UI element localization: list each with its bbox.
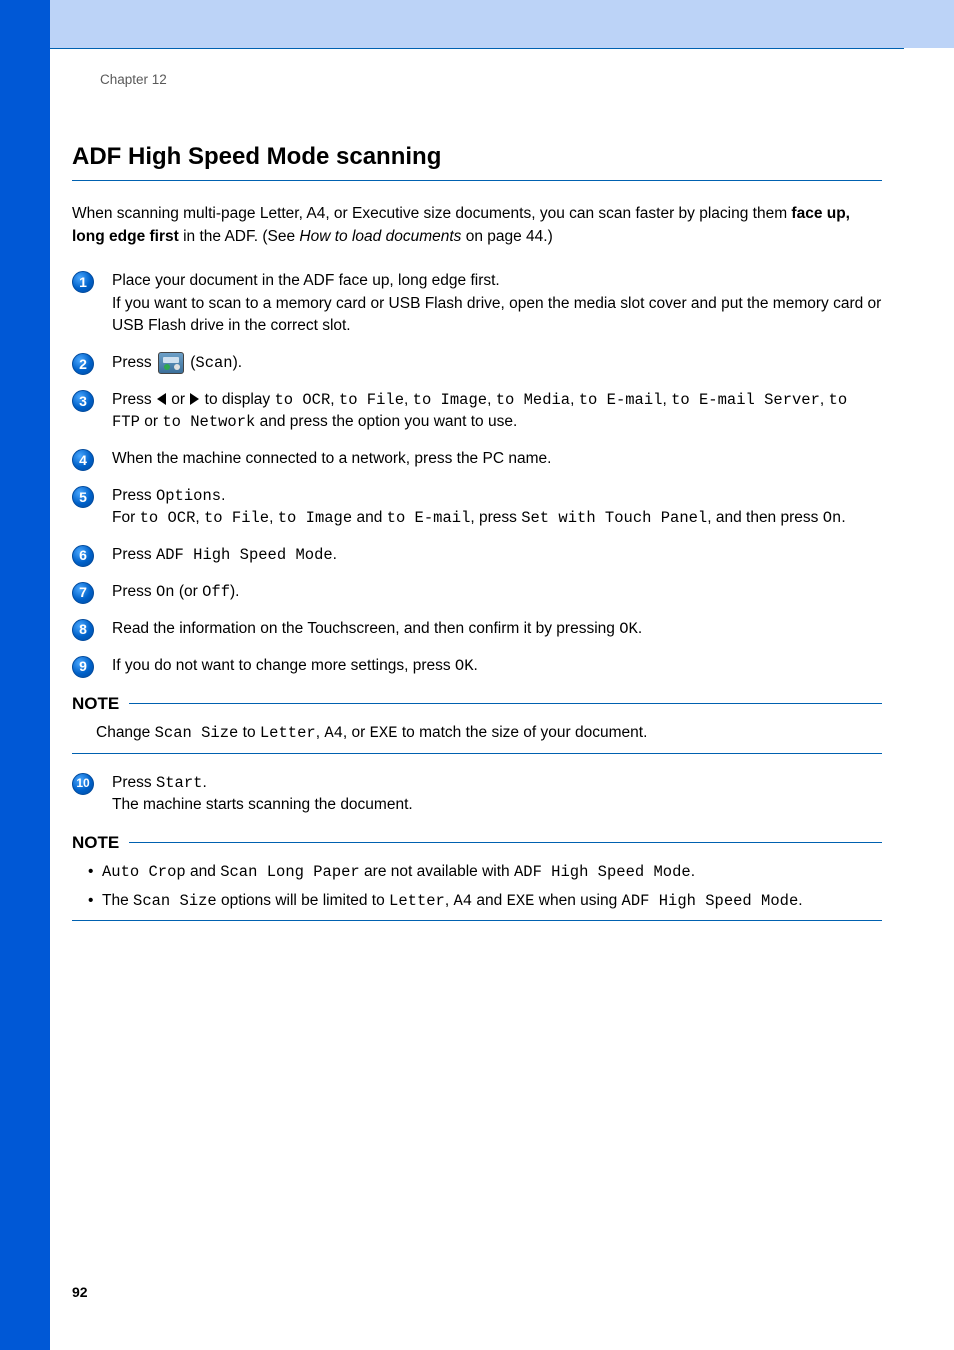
s3-o3: to Image xyxy=(413,391,487,409)
right-arrow-icon xyxy=(190,393,199,405)
s3-mid1: or xyxy=(167,391,189,408)
step2-popen: ( xyxy=(186,354,195,371)
s3-mid2: to display xyxy=(200,391,274,408)
top-rule xyxy=(50,48,904,49)
section-underline xyxy=(72,180,882,181)
step2-pre: Press xyxy=(112,354,156,371)
note-1-body: Change Scan Size to Letter, A4, or EXE t… xyxy=(96,722,882,744)
s3-o2: to File xyxy=(339,391,404,409)
note-2-close xyxy=(72,920,882,921)
step-9: 9 If you do not want to change more sett… xyxy=(72,655,882,678)
page-number: 92 xyxy=(72,1282,88,1302)
page-content: Chapter 12 ADF High Speed Mode scanning … xyxy=(72,70,882,939)
note2-bullet-1: Auto Crop and Scan Long Paper are not av… xyxy=(88,861,882,883)
s3-o8: to Network xyxy=(162,413,255,431)
side-band xyxy=(0,0,50,1350)
step1-line2: If you want to scan to a memory card or … xyxy=(112,295,881,334)
intro-link: How to load documents xyxy=(299,228,461,245)
section-title: ADF High Speed Mode scanning xyxy=(72,140,882,175)
step-badge-1: 1 xyxy=(72,271,94,293)
step4-text: When the machine connected to a network,… xyxy=(112,450,551,467)
s6-code: ADF High Speed Mode xyxy=(156,546,333,564)
step-badge-8: 8 xyxy=(72,619,94,641)
step-10: 10 Press Start. The machine starts scann… xyxy=(72,772,882,817)
note-1-header: NOTE xyxy=(72,692,882,717)
step-2: 2 Press (Scan). xyxy=(72,352,882,375)
step-1: 1 Place your document in the ADF face up… xyxy=(72,270,882,337)
step-badge-3: 3 xyxy=(72,390,94,412)
corner-block xyxy=(0,0,50,48)
step-badge-9: 9 xyxy=(72,656,94,678)
intro-pre: When scanning multi-page Letter, A4, or … xyxy=(72,205,791,222)
s3-o5: to E-mail xyxy=(579,391,663,409)
step-5: 5 Press Options. For to OCR, to File, to… xyxy=(72,485,882,530)
s3-pre: Press xyxy=(112,391,156,408)
note-2-header: NOTE xyxy=(72,831,882,856)
s3-post: and press the option you want to use. xyxy=(255,413,517,430)
s3-o1: to OCR xyxy=(274,391,330,409)
step-3: 3 Press or to display to OCR, to File, t… xyxy=(72,389,882,434)
chapter-label: Chapter 12 xyxy=(100,70,882,90)
intro-mid: in the ADF. (See xyxy=(179,228,300,245)
step-badge-6: 6 xyxy=(72,545,94,567)
step-badge-5: 5 xyxy=(72,486,94,508)
s3-o6: to E-mail Server xyxy=(671,391,820,409)
left-arrow-icon xyxy=(157,393,166,405)
note-2-body: Auto Crop and Scan Long Paper are not av… xyxy=(88,861,882,912)
s3-o4: to Media xyxy=(496,391,570,409)
note-1-label: NOTE xyxy=(72,692,129,717)
note-2-line xyxy=(129,842,882,843)
note-1-line xyxy=(129,703,882,704)
intro-post: on page 44.) xyxy=(461,228,552,245)
step-badge-2: 2 xyxy=(72,353,94,375)
step-badge-10: 10 xyxy=(72,773,94,795)
step2-pclose: ). xyxy=(233,354,242,371)
s5-options: Options xyxy=(156,487,221,505)
note2-bullet-2: The Scan Size options will be limited to… xyxy=(88,890,882,912)
scan-icon xyxy=(158,352,184,374)
note-1-close xyxy=(72,753,882,754)
step-7: 7 Press On (or Off). xyxy=(72,581,882,604)
step-8: 8 Read the information on the Touchscree… xyxy=(72,618,882,641)
step-badge-4: 4 xyxy=(72,449,94,471)
header-band xyxy=(0,0,954,48)
step-6: 6 Press ADF High Speed Mode. xyxy=(72,544,882,567)
step-4: 4 When the machine connected to a networ… xyxy=(72,448,882,471)
step2-code: Scan xyxy=(195,354,232,372)
note-2-label: NOTE xyxy=(72,831,129,856)
step1-line1: Place your document in the ADF face up, … xyxy=(112,272,500,289)
step10-line2: The machine starts scanning the document… xyxy=(112,796,413,813)
intro-paragraph: When scanning multi-page Letter, A4, or … xyxy=(72,203,882,248)
step-badge-7: 7 xyxy=(72,582,94,604)
